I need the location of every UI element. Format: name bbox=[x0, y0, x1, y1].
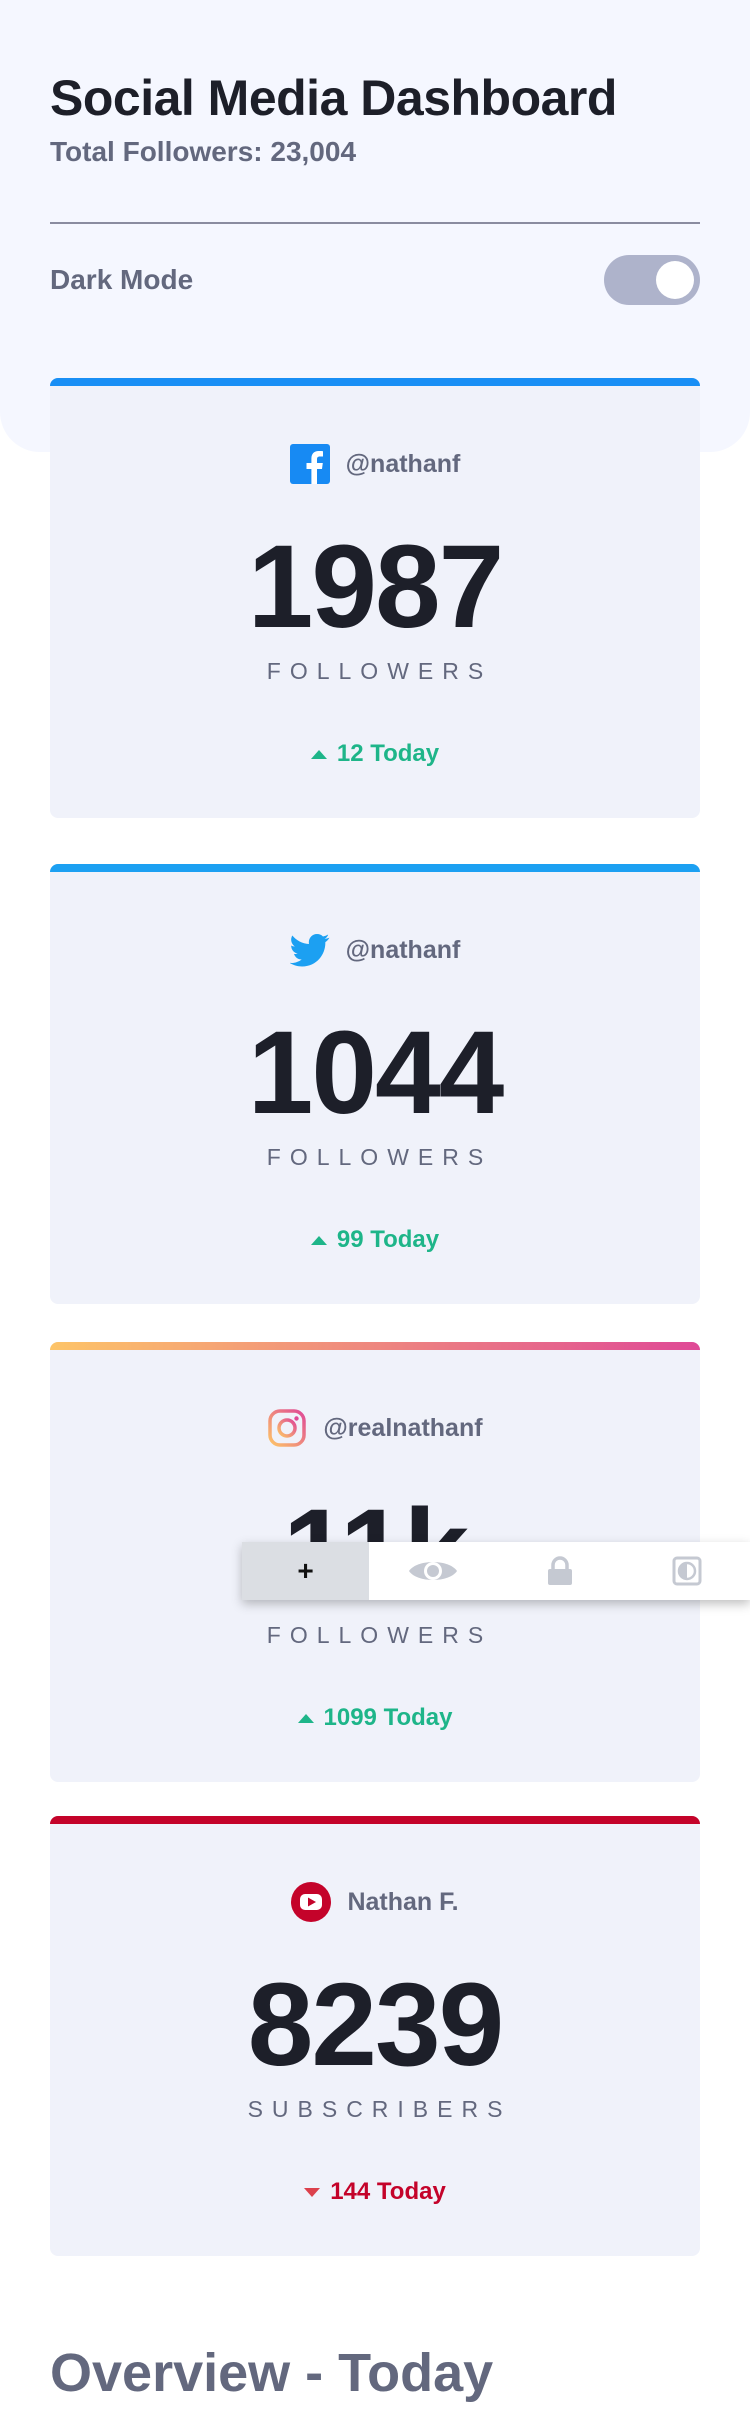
toolbar-lock-button[interactable] bbox=[496, 1542, 623, 1600]
card-count: 1044 bbox=[247, 1007, 505, 1139]
card-today: 1099 Today bbox=[50, 1704, 700, 1732]
twitter-icon bbox=[289, 934, 330, 967]
toolbar-contrast-button[interactable] bbox=[623, 1542, 750, 1600]
card-handle: @nathanf bbox=[345, 449, 461, 478]
youtube-icon bbox=[291, 1882, 332, 1922]
contrast-icon bbox=[672, 1556, 701, 1586]
floating-toolbar: + bbox=[242, 1542, 750, 1600]
card-count: 8239 bbox=[247, 1959, 505, 2091]
toolbar-view-button[interactable] bbox=[369, 1542, 496, 1600]
card-facebook[interactable]: @nathanf 1987 FOLLOWERS 12 Today bbox=[50, 378, 700, 818]
card-handle: @realnathanf bbox=[323, 1413, 483, 1442]
overview-title: Overview - Today bbox=[50, 2343, 494, 2403]
lock-icon bbox=[547, 1556, 572, 1585]
trend-down-icon bbox=[304, 2187, 321, 2197]
header-divider bbox=[50, 222, 700, 224]
card-today-text: 12 Today bbox=[336, 740, 440, 767]
dark-mode-toggle[interactable] bbox=[604, 255, 700, 305]
eye-icon bbox=[408, 1562, 457, 1580]
card-twitter[interactable]: @nathanf 1044 FOLLOWERS 99 Today bbox=[50, 864, 700, 1304]
card-accent-bar bbox=[50, 378, 700, 386]
card-count: 1987 bbox=[247, 521, 505, 653]
card-accent-bar bbox=[50, 1816, 700, 1824]
card-today-text: 144 Today bbox=[330, 2178, 446, 2205]
card-today-text: 99 Today bbox=[336, 1226, 440, 1253]
card-handle: Nathan F. bbox=[347, 1887, 459, 1916]
card-handle-row: Nathan F. bbox=[50, 1882, 700, 1922]
card-today: 99 Today bbox=[50, 1226, 700, 1254]
card-accent-bar bbox=[50, 1342, 700, 1350]
card-handle: @nathanf bbox=[345, 935, 461, 964]
card-unit: FOLLOWERS bbox=[266, 1622, 493, 1648]
instagram-icon bbox=[268, 1409, 307, 1447]
card-handle-row: @realnathanf bbox=[50, 1408, 700, 1448]
card-handle-row: @nathanf bbox=[50, 930, 700, 970]
facebook-icon bbox=[289, 444, 330, 484]
dark-mode-label: Dark Mode bbox=[50, 264, 194, 295]
card-handle-row: @nathanf bbox=[50, 444, 700, 484]
toolbar-add-button[interactable]: + bbox=[242, 1542, 369, 1600]
card-unit: FOLLOWERS bbox=[266, 658, 493, 684]
dashboard-header: Social Media Dashboard Total Followers: … bbox=[50, 66, 700, 168]
trend-up-icon bbox=[310, 1235, 327, 1245]
page-title: Social Media Dashboard bbox=[50, 70, 617, 126]
card-today: 12 Today bbox=[50, 740, 700, 768]
card-today-text: 1099 Today bbox=[323, 1704, 453, 1731]
trend-up-icon bbox=[297, 1713, 314, 1723]
card-accent-bar bbox=[50, 864, 700, 872]
trend-up-icon bbox=[310, 749, 327, 759]
card-youtube[interactable]: Nathan F. 8239 SUBSCRIBERS 144 Today bbox=[50, 1816, 700, 2256]
toggle-knob bbox=[656, 261, 694, 299]
plus-icon: + bbox=[297, 1555, 314, 1586]
card-today: 144 Today bbox=[50, 2178, 700, 2206]
card-unit: FOLLOWERS bbox=[266, 1144, 493, 1170]
total-followers: Total Followers: 23,004 bbox=[50, 136, 357, 167]
card-unit: SUBSCRIBERS bbox=[247, 2096, 512, 2122]
dark-mode-row: Dark Mode bbox=[50, 254, 700, 306]
